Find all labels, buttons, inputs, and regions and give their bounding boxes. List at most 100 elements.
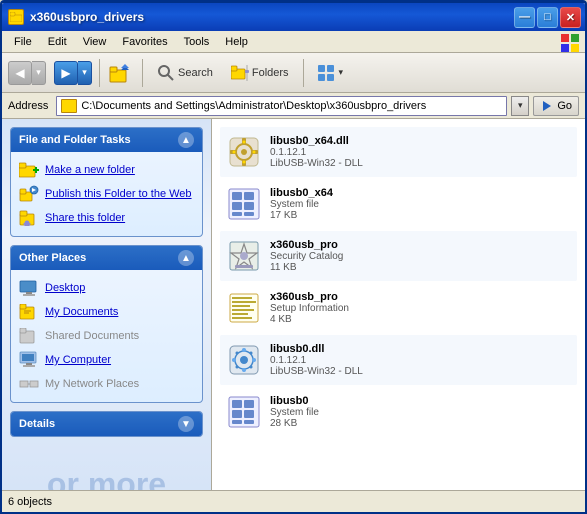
- my-computer-label: My Computer: [45, 354, 111, 366]
- file-icon-inf: [226, 290, 262, 326]
- minimize-button[interactable]: —: [514, 7, 535, 28]
- publish-folder-label: Publish this Folder to the Web: [45, 188, 192, 200]
- folders-button[interactable]: Folders: [224, 61, 296, 85]
- forward-button[interactable]: ▶: [54, 61, 78, 85]
- new-folder-icon: [19, 161, 39, 179]
- file-list: libusb0_x64.dll 0.1.12.1 LibUSB-Win32 - …: [212, 119, 585, 490]
- my-network-places-label: My Network Places: [45, 378, 139, 390]
- search-button[interactable]: Search: [150, 60, 220, 86]
- address-dropdown[interactable]: ▾: [511, 96, 529, 116]
- file-desc: Setup Information: [270, 303, 571, 314]
- file-info: libusb0_x64.dll 0.1.12.1 LibUSB-Win32 - …: [270, 135, 571, 169]
- menu-tools[interactable]: Tools: [176, 34, 218, 50]
- window-title: x360usbpro_drivers: [30, 10, 144, 24]
- address-path: C:\Documents and Settings\Administrator\…: [81, 100, 426, 112]
- other-places-label: Other Places: [19, 252, 86, 264]
- make-new-folder-label: Make a new folder: [45, 164, 135, 176]
- folders-icon: [231, 65, 249, 81]
- main-content: File and Folder Tasks ▲ M: [2, 119, 585, 490]
- watermark: or more: [2, 445, 211, 490]
- title-bar-left: x360usbpro_drivers: [8, 9, 144, 25]
- details-collapse-icon: ▼: [178, 416, 194, 432]
- views-arrow: ▾: [339, 67, 344, 78]
- publish-icon: [19, 185, 39, 203]
- file-size: LibUSB-Win32 - DLL: [270, 366, 571, 377]
- maximize-button[interactable]: □: [537, 7, 558, 28]
- menu-edit[interactable]: Edit: [40, 34, 75, 50]
- menu-file[interactable]: File: [6, 34, 40, 50]
- menu-favorites[interactable]: Favorites: [114, 34, 175, 50]
- back-button[interactable]: ◀: [8, 61, 32, 85]
- file-info: x360usb_pro Security Catalog 11 KB: [270, 239, 571, 273]
- menu-view[interactable]: View: [75, 34, 115, 50]
- file-info: libusb0 System file 28 KB: [270, 395, 571, 429]
- file-size: 4 KB: [270, 314, 571, 325]
- desktop-label: Desktop: [45, 282, 85, 294]
- details-header[interactable]: Details ▼: [11, 412, 202, 436]
- file-folder-tasks-content: Make a new folder Publish this Folder to…: [11, 152, 202, 236]
- other-places-content: Desktop My Documents: [11, 270, 202, 402]
- views-button[interactable]: ▾: [311, 61, 351, 85]
- file-size: LibUSB-Win32 - DLL: [270, 158, 571, 169]
- go-button[interactable]: Go: [533, 96, 579, 116]
- publish-folder-link[interactable]: Publish this Folder to the Web: [15, 182, 198, 206]
- menu-bar: File Edit View Favorites Tools Help: [2, 31, 585, 53]
- back-button-group: ◀ ▾: [8, 61, 46, 85]
- file-name: libusb0_x64.dll: [270, 135, 571, 147]
- desktop-icon: [19, 279, 39, 297]
- folders-label: Folders: [252, 67, 289, 79]
- file-folder-tasks-label: File and Folder Tasks: [19, 134, 131, 146]
- list-item[interactable]: libusb0 System file 28 KB: [220, 387, 577, 437]
- my-documents-label: My Documents: [45, 306, 118, 318]
- title-buttons: — □ ✕: [514, 7, 581, 28]
- my-computer-icon: [19, 351, 39, 369]
- desktop-link[interactable]: Desktop: [15, 276, 198, 300]
- file-name: libusb0: [270, 395, 571, 407]
- views-icon: [318, 65, 336, 81]
- shared-documents-link[interactable]: Shared Documents: [15, 324, 198, 348]
- my-computer-link[interactable]: My Computer: [15, 348, 198, 372]
- forward-dropdown[interactable]: ▾: [78, 61, 92, 85]
- file-name: libusb0_x64: [270, 187, 571, 199]
- list-item[interactable]: x360usb_pro Security Catalog 11 KB: [220, 231, 577, 281]
- toolbar: ◀ ▾ ▶ ▾ Search: [2, 53, 585, 93]
- other-places-section: Other Places ▲ Desktop: [10, 245, 203, 403]
- forward-button-group: ▶ ▾: [54, 61, 92, 85]
- toolbar-sep-2: [142, 59, 143, 87]
- windows-flag-icon: [559, 32, 581, 52]
- file-size: 17 KB: [270, 210, 571, 221]
- back-dropdown[interactable]: ▾: [32, 61, 46, 85]
- address-bar: Address C:\Documents and Settings\Admini…: [2, 93, 585, 119]
- file-info: x360usb_pro Setup Information 4 KB: [270, 291, 571, 325]
- other-places-header[interactable]: Other Places ▲: [11, 246, 202, 270]
- list-item[interactable]: libusb0_x64.dll 0.1.12.1 LibUSB-Win32 - …: [220, 127, 577, 177]
- file-icon-dll-1: [226, 134, 262, 170]
- make-new-folder-link[interactable]: Make a new folder: [15, 158, 198, 182]
- file-icon-cat: [226, 238, 262, 274]
- file-icon-sys-1: [226, 186, 262, 222]
- up-button[interactable]: [107, 59, 135, 87]
- toolbar-sep-1: [99, 59, 100, 87]
- share-folder-link[interactable]: Share this folder: [15, 206, 198, 230]
- go-label: Go: [557, 100, 572, 112]
- status-text: 6 objects: [8, 496, 52, 508]
- list-item[interactable]: x360usb_pro Setup Information 4 KB: [220, 283, 577, 333]
- status-bar: 6 objects: [2, 490, 585, 512]
- list-item[interactable]: libusb0.dll 0.1.12.1 LibUSB-Win32 - DLL: [220, 335, 577, 385]
- file-desc: System file: [270, 199, 571, 210]
- collapse-icon: ▲: [178, 132, 194, 148]
- list-item[interactable]: libusb0_x64 System file 17 KB: [220, 179, 577, 229]
- my-network-places-icon: [19, 375, 39, 393]
- file-folder-tasks-header[interactable]: File and Folder Tasks ▲: [11, 128, 202, 152]
- my-documents-icon: [19, 303, 39, 321]
- my-documents-link[interactable]: My Documents: [15, 300, 198, 324]
- file-info: libusb0.dll 0.1.12.1 LibUSB-Win32 - DLL: [270, 343, 571, 377]
- toolbar-sep-3: [303, 59, 304, 87]
- file-name: x360usb_pro: [270, 291, 571, 303]
- file-size: 11 KB: [270, 262, 571, 273]
- close-button[interactable]: ✕: [560, 7, 581, 28]
- my-network-places-link[interactable]: My Network Places: [15, 372, 198, 396]
- file-desc: Security Catalog: [270, 251, 571, 262]
- address-input-container[interactable]: C:\Documents and Settings\Administrator\…: [56, 96, 507, 116]
- menu-help[interactable]: Help: [217, 34, 256, 50]
